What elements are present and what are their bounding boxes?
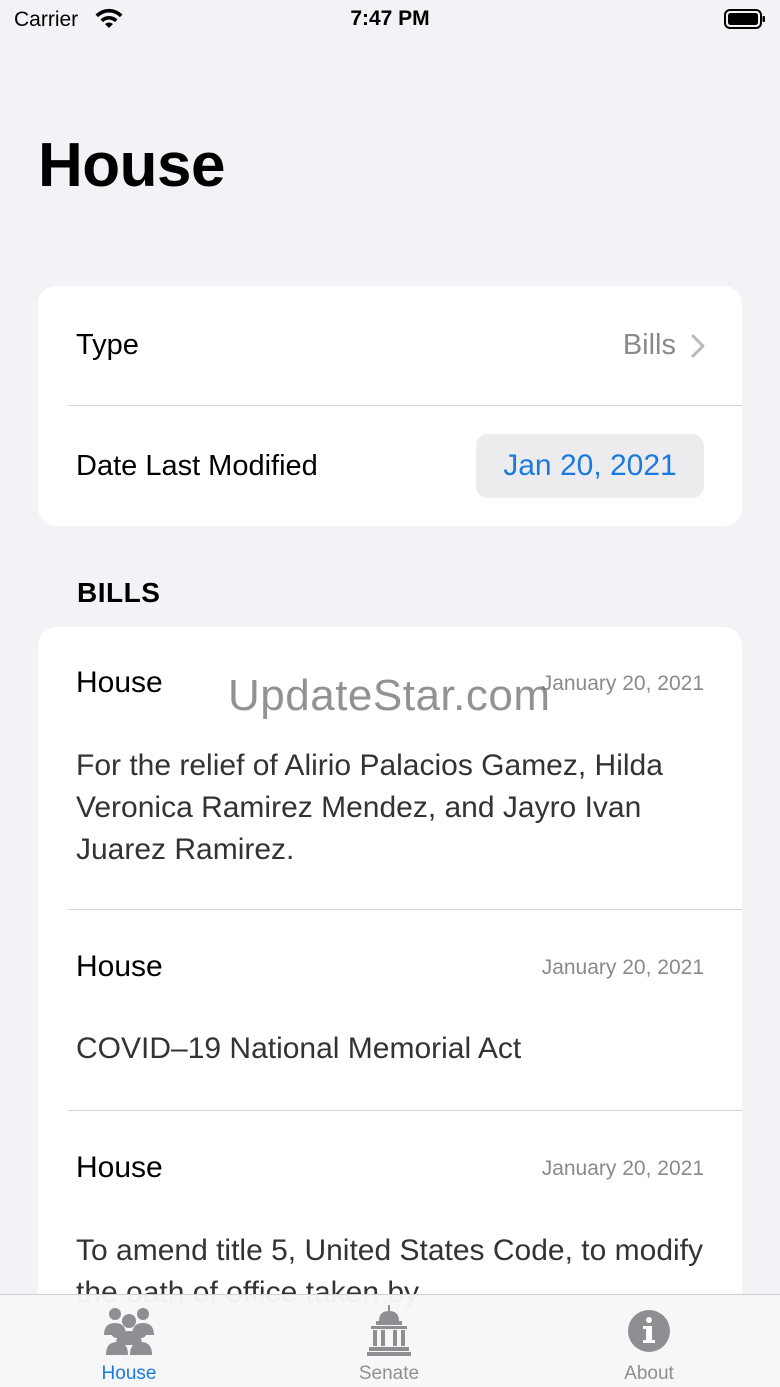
status-bar: Carrier 7:47 PM [0, 0, 780, 44]
tab-bar: House Senate About [0, 1294, 780, 1387]
type-label: Type [76, 329, 139, 361]
capitol-icon [367, 1305, 411, 1356]
tab-about-label: About [624, 1363, 674, 1384]
section-header: BILLS [77, 577, 161, 608]
bill-date: January 20, 2021 [541, 956, 704, 979]
tab-senate[interactable]: Senate [309, 1295, 469, 1387]
tab-house-label: House [101, 1363, 157, 1384]
type-value: Bills [622, 329, 676, 361]
info-icon [628, 1310, 670, 1352]
filters-card: Type Bills Date Last Modified Jan 20, 20… [38, 286, 742, 526]
watermark: UpdateStar.com [228, 671, 551, 720]
bill-title: COVID–19 National Memorial Act [76, 1032, 522, 1065]
bills-list: House January 20, 2021 For the relief of… [38, 627, 742, 1387]
bill-date: January 20, 2021 [541, 672, 704, 695]
tab-senate-label: Senate [358, 1363, 420, 1384]
bill-chamber: House [76, 666, 163, 699]
status-time: 7:47 PM [350, 7, 430, 30]
tab-about[interactable]: About [569, 1295, 729, 1387]
list-item[interactable]: House January 20, 2021 COVID–19 National… [38, 910, 742, 1110]
battery-icon [724, 9, 765, 29]
tab-house[interactable]: House [49, 1295, 209, 1387]
date-picker-button[interactable]: Jan 20, 2021 [476, 434, 704, 498]
list-item[interactable]: House January 20, 2021 For the relief of… [38, 627, 742, 909]
date-label: Date Last Modified [76, 450, 318, 482]
bill-chamber: House [76, 1151, 163, 1184]
people-icon [104, 1308, 154, 1355]
chevron-right-icon [691, 334, 705, 358]
bill-chamber: House [76, 950, 163, 983]
bill-title: For the relief of Alirio Palacios Gamez,… [76, 749, 663, 866]
bill-date: January 20, 2021 [541, 1157, 704, 1180]
type-row[interactable]: Type Bills [38, 286, 742, 406]
page-title: House [38, 131, 225, 200]
